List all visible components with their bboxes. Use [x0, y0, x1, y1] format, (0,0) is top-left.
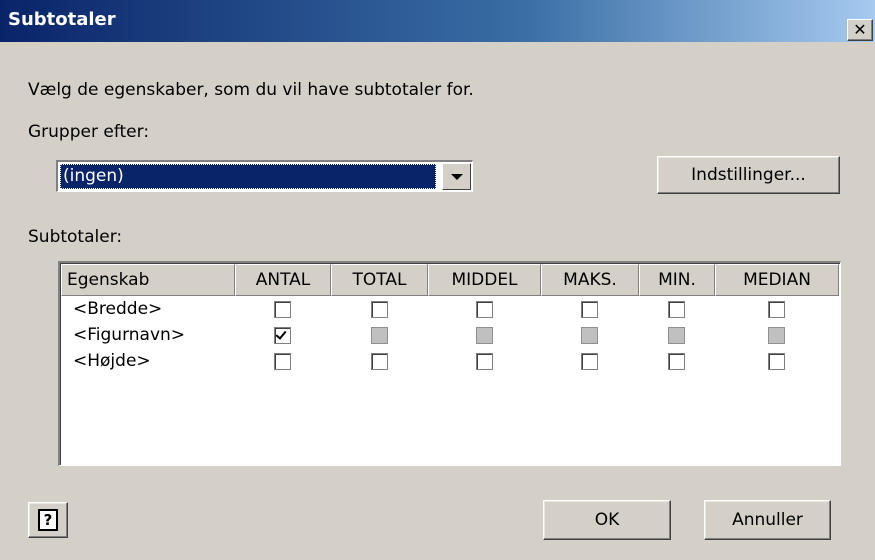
close-button[interactable]: ✕: [847, 19, 873, 41]
column-header-total[interactable]: TOTAL: [331, 264, 428, 296]
settings-button[interactable]: Indstillinger...: [657, 156, 840, 194]
checkbox-shape-name-count[interactable]: [274, 327, 291, 344]
checkbox-height-min[interactable]: [668, 353, 685, 370]
checkbox-shape-name-total: [371, 327, 388, 344]
checkbox-width-total[interactable]: [371, 301, 388, 318]
column-header-count[interactable]: ANTAL: [235, 264, 331, 296]
column-header-property[interactable]: Egenskab: [61, 264, 235, 296]
checkbox-height-average[interactable]: [476, 353, 493, 370]
checkbox-width-median[interactable]: [768, 301, 785, 318]
cancel-button[interactable]: Annuller: [704, 500, 831, 540]
column-header-max[interactable]: MAKS.: [541, 264, 639, 296]
close-icon: ✕: [853, 20, 867, 39]
row-label-height: <Højde>: [73, 351, 151, 371]
subtotals-grid[interactable]: Egenskab ANTAL TOTAL MIDDEL MAKS. MIN. M…: [58, 261, 841, 466]
group-by-label: Grupper efter:: [28, 122, 150, 142]
row-label-width: <Bredde>: [73, 299, 163, 319]
checkbox-width-average[interactable]: [476, 301, 493, 318]
column-header-median[interactable]: MEDIAN: [715, 264, 839, 296]
checkbox-shape-name-min: [668, 327, 685, 344]
instruction-text: Vælg de egenskaber, som du vil have subt…: [28, 80, 474, 100]
ok-button[interactable]: OK: [543, 500, 671, 540]
checkbox-shape-name-average: [476, 327, 493, 344]
checkbox-height-max[interactable]: [581, 353, 598, 370]
checkbox-height-median[interactable]: [768, 353, 785, 370]
column-header-average[interactable]: MIDDEL: [428, 264, 541, 296]
checkbox-height-count[interactable]: [274, 353, 291, 370]
window-title: Subtotaler: [8, 9, 116, 30]
chevron-down-icon: [450, 173, 463, 180]
title-bar: Subtotaler ✕: [0, 0, 875, 42]
checkbox-width-min[interactable]: [668, 301, 685, 318]
checkbox-width-count[interactable]: [274, 301, 291, 318]
group-by-dropdown[interactable]: (ingen): [56, 160, 473, 192]
dropdown-arrow-button[interactable]: [442, 163, 471, 190]
checkmark-icon: [275, 328, 287, 340]
checkbox-shape-name-max: [581, 327, 598, 344]
help-button[interactable]: ?: [28, 502, 68, 538]
checkbox-height-total[interactable]: [371, 353, 388, 370]
subtotals-label: Subtotaler:: [28, 227, 123, 247]
help-icon: ?: [38, 509, 58, 531]
checkbox-width-max[interactable]: [581, 301, 598, 318]
column-header-min[interactable]: MIN.: [639, 264, 715, 296]
group-by-value: (ingen): [60, 164, 436, 189]
row-label-shape-name: <Figurnavn>: [73, 325, 186, 345]
checkbox-shape-name-median: [768, 327, 785, 344]
